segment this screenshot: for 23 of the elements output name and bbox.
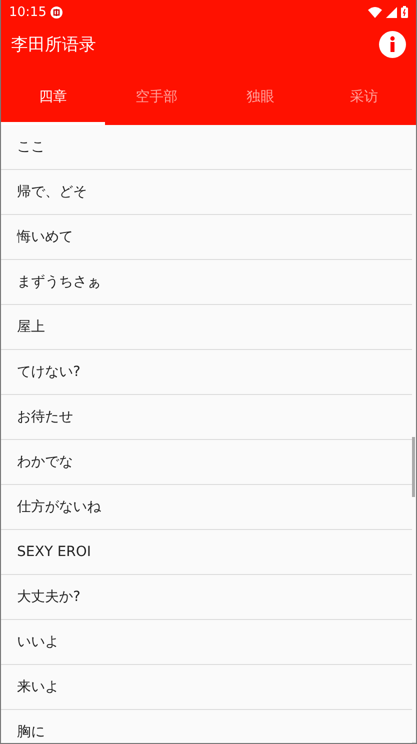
list-item[interactable]: SEXY EROI xyxy=(1,530,412,575)
list-item[interactable]: ここ xyxy=(1,125,412,170)
notification-icon xyxy=(50,6,64,18)
info-icon[interactable] xyxy=(379,30,406,58)
tab[interactable]: 四章 xyxy=(1,72,105,125)
list-item[interactable]: 胸に xyxy=(1,710,412,743)
list-item[interactable]: 来いよ xyxy=(1,665,412,710)
list-item[interactable]: てけない? xyxy=(1,350,412,395)
list-item[interactable]: 大丈夫か? xyxy=(1,575,412,620)
list-item[interactable]: わかでな xyxy=(1,440,412,485)
battery-icon xyxy=(401,6,408,18)
signal-icon xyxy=(386,6,397,18)
wifi-icon xyxy=(368,6,382,18)
list-item[interactable]: 仕方がないね xyxy=(1,485,412,530)
list-item[interactable]: 帰で、どそ xyxy=(1,170,412,215)
list-item[interactable]: 屋上 xyxy=(1,305,412,350)
app-title: 李田所语录 xyxy=(11,34,96,56)
list-item[interactable]: まずうちさぁ xyxy=(1,260,412,305)
list-item[interactable]: 悔いめて xyxy=(1,215,412,260)
status-time: 10:15 xyxy=(9,4,46,20)
list-item[interactable]: お待たせ xyxy=(1,395,412,440)
scrollbar xyxy=(412,437,415,497)
list-item[interactable]: いいよ xyxy=(1,620,412,665)
